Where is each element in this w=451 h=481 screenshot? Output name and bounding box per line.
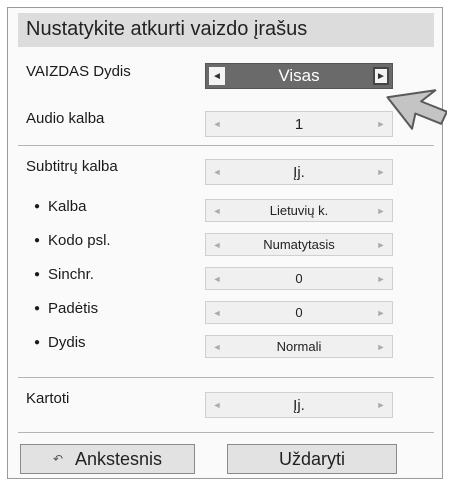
title-bar: Nustatykite atkurti vaizdo įrašus <box>18 13 434 47</box>
divider <box>18 432 434 433</box>
audio-kalba-label: Audio kalba <box>26 110 105 127</box>
left-arrow-icon[interactable]: ◄ <box>209 67 225 85</box>
right-arrow-icon[interactable]: ► <box>372 160 390 184</box>
kartoti-label: Kartoti <box>26 390 70 407</box>
kalba-value: Lietuvių k. <box>269 203 329 218</box>
close-button[interactable]: Uždaryti <box>227 444 397 474</box>
dydis-value: Normali <box>276 339 322 354</box>
audio-kalba-value: 1 <box>294 115 304 133</box>
kalba-label: Kalba <box>34 198 86 215</box>
left-arrow-icon[interactable]: ◄ <box>208 112 226 136</box>
dydis-label: Dydis <box>34 334 86 351</box>
right-arrow-icon[interactable]: ► <box>372 336 390 357</box>
right-arrow-icon[interactable]: ► <box>372 234 390 255</box>
left-arrow-icon[interactable]: ◄ <box>208 336 226 357</box>
left-arrow-icon[interactable]: ◄ <box>208 160 226 184</box>
left-arrow-icon[interactable]: ◄ <box>208 268 226 289</box>
panel-title: Nustatykite atkurti vaizdo įrašus <box>26 18 308 40</box>
settings-panel: Nustatykite atkurti vaizdo įrašus VAIZDA… <box>7 7 443 479</box>
sinchr-value: 0 <box>295 271 303 286</box>
vaizdas-dydis-value: Visas <box>278 66 320 85</box>
back-arrow-icon: ↶ <box>52 452 63 466</box>
left-arrow-icon[interactable]: ◄ <box>208 393 226 417</box>
subtitru-kalba-selector[interactable]: ◄ Įj. ► <box>205 159 393 185</box>
vaizdas-dydis-label: VAIZDAS Dydis <box>26 63 131 80</box>
back-button[interactable]: ↶ Ankstesnis <box>20 444 195 474</box>
right-arrow-icon[interactable]: ► <box>372 393 390 417</box>
right-arrow-icon[interactable]: ► <box>372 268 390 289</box>
dydis-selector[interactable]: ◄ Normali ► <box>205 335 393 358</box>
right-arrow-icon[interactable]: ► <box>372 200 390 221</box>
back-button-label: Ankstesnis <box>75 448 163 469</box>
kartoti-value: Įj. <box>293 396 305 414</box>
divider <box>18 377 434 378</box>
close-button-label: Uždaryti <box>278 448 345 469</box>
kartoti-selector[interactable]: ◄ Įj. ► <box>205 392 393 418</box>
subtitru-kalba-label: Subtitrų kalba <box>26 158 118 175</box>
left-arrow-icon[interactable]: ◄ <box>208 234 226 255</box>
kodo-psl-value: Numatytasis <box>263 237 335 252</box>
kodo-psl-selector[interactable]: ◄ Numatytasis ► <box>205 233 393 256</box>
kodo-psl-label: Kodo psl. <box>34 232 111 249</box>
padetis-label: Padėtis <box>34 300 98 317</box>
vaizdas-dydis-selector[interactable]: ◄ Visas ► <box>205 63 393 89</box>
sinchr-label: Sinchr. <box>34 266 94 283</box>
divider <box>18 145 434 146</box>
left-arrow-icon[interactable]: ◄ <box>208 302 226 323</box>
padetis-value: 0 <box>295 305 303 320</box>
pointer-arrow-icon <box>386 89 447 130</box>
right-arrow-icon[interactable]: ► <box>372 302 390 323</box>
left-arrow-icon[interactable]: ◄ <box>208 200 226 221</box>
sinchr-selector[interactable]: ◄ 0 ► <box>205 267 393 290</box>
subtitru-kalba-value: Įj. <box>293 163 305 181</box>
audio-kalba-selector[interactable]: ◄ 1 ► <box>205 111 393 137</box>
padetis-selector[interactable]: ◄ 0 ► <box>205 301 393 324</box>
kalba-selector[interactable]: ◄ Lietuvių k. ► <box>205 199 393 222</box>
